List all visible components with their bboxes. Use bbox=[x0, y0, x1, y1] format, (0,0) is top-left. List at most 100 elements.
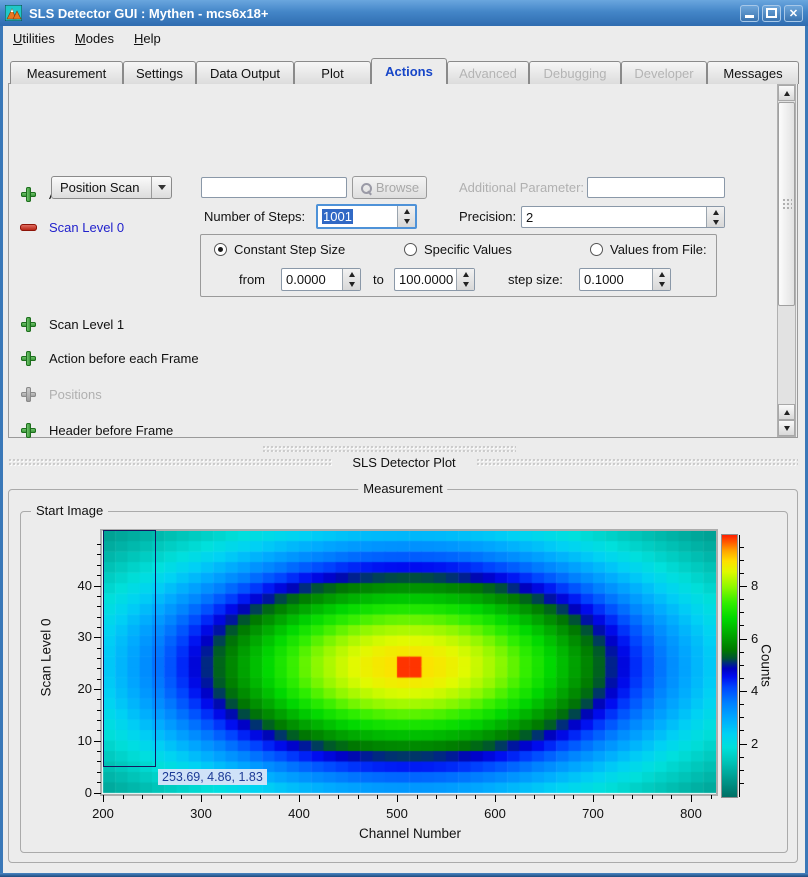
y-minor-tick bbox=[97, 761, 101, 762]
num-steps-value: 1001 bbox=[322, 209, 353, 224]
y-minor-tick bbox=[97, 730, 101, 731]
arrow-up-icon bbox=[784, 91, 790, 96]
scrollbar-thumb[interactable] bbox=[778, 102, 795, 306]
splitter-handle[interactable] bbox=[262, 445, 516, 452]
radio-checked-icon[interactable] bbox=[214, 243, 227, 256]
header-before-frame-row[interactable]: Header before Frame bbox=[21, 423, 173, 438]
menu-help[interactable]: Help bbox=[124, 28, 171, 49]
num-steps-spin-buttons[interactable] bbox=[397, 206, 415, 227]
spin-down-icon[interactable] bbox=[707, 217, 724, 227]
tab-developer[interactable]: Developer bbox=[621, 61, 707, 84]
spin-up-icon[interactable] bbox=[343, 269, 360, 280]
tab-settings[interactable]: Settings bbox=[123, 61, 196, 84]
scan-mode-select[interactable]: Position Scan bbox=[51, 176, 172, 199]
to-spin-buttons[interactable] bbox=[456, 269, 474, 290]
spin-up-icon[interactable] bbox=[707, 207, 724, 217]
window-title: SLS Detector GUI : Mythen - mcs6x18+ bbox=[29, 6, 737, 21]
from-spin-buttons[interactable] bbox=[342, 269, 360, 290]
spin-up-icon[interactable] bbox=[398, 206, 415, 217]
tab-messages[interactable]: Messages bbox=[707, 61, 799, 84]
y-minor-tick bbox=[97, 699, 101, 700]
thumb-grip bbox=[782, 198, 792, 210]
menu-modes[interactable]: Modes bbox=[65, 28, 124, 49]
radio-unchecked-icon[interactable] bbox=[590, 243, 603, 256]
actions-scrollbar[interactable] bbox=[777, 84, 796, 437]
scroll-down-button[interactable] bbox=[778, 420, 795, 436]
step-size-spinbox[interactable]: 0.1000 bbox=[579, 268, 671, 291]
heatmap-canvas[interactable] bbox=[102, 531, 716, 794]
collapse-minus-icon[interactable] bbox=[20, 224, 37, 231]
colorbar-minor-tick bbox=[739, 678, 744, 679]
scan-level-0-row[interactable]: Scan Level 0 bbox=[20, 220, 124, 235]
spin-down-icon[interactable] bbox=[398, 217, 415, 228]
radio-constant-step[interactable]: Constant Step Size bbox=[214, 242, 345, 257]
spin-down-icon[interactable] bbox=[343, 280, 360, 291]
spin-up-icon[interactable] bbox=[457, 269, 474, 280]
to-label: to bbox=[373, 272, 384, 287]
spin-up-icon[interactable] bbox=[653, 269, 670, 280]
from-spinbox[interactable]: 0.0000 bbox=[281, 268, 361, 291]
tab-plot[interactable]: Plot bbox=[294, 61, 371, 84]
tab-debugging[interactable]: Debugging bbox=[529, 61, 621, 84]
action-before-frame-row[interactable]: Action before each Frame bbox=[21, 351, 199, 366]
menu-utilities[interactable]: Utilities bbox=[3, 28, 65, 49]
expand-plus-icon[interactable] bbox=[21, 351, 36, 366]
arrow-down-icon bbox=[784, 426, 790, 431]
title-bar[interactable]: SLS Detector GUI : Mythen - mcs6x18+ ✕ bbox=[0, 0, 808, 26]
scroll-up-button[interactable] bbox=[778, 85, 795, 101]
expand-plus-icon[interactable] bbox=[21, 187, 36, 202]
y-minor-tick bbox=[97, 720, 101, 721]
colorbar-tick-label: 8 bbox=[751, 578, 771, 593]
num-steps-spinbox[interactable]: 1001 bbox=[316, 204, 417, 229]
y-tick-label: 40 bbox=[58, 578, 92, 593]
radio-specific-label: Specific Values bbox=[424, 242, 512, 257]
x-minor-tick bbox=[436, 795, 437, 799]
additional-parameter-input[interactable] bbox=[587, 177, 725, 198]
expand-plus-icon[interactable] bbox=[21, 317, 36, 332]
expand-plus-disabled-icon bbox=[21, 387, 36, 402]
x-minor-tick bbox=[240, 795, 241, 799]
to-spinbox[interactable]: 100.0000 bbox=[394, 268, 475, 291]
x-tick-label: 500 bbox=[372, 806, 422, 821]
x-minor-tick bbox=[475, 795, 476, 799]
x-tick-label: 800 bbox=[666, 806, 716, 821]
spin-down-icon[interactable] bbox=[653, 280, 670, 291]
x-minor-tick bbox=[221, 795, 222, 799]
y-major-tick bbox=[94, 689, 101, 690]
radio-values-from-file[interactable]: Values from File: bbox=[590, 242, 707, 257]
colorbar-minor-tick bbox=[739, 652, 744, 653]
y-axis-title: Scan Level 0 bbox=[39, 598, 54, 718]
x-minor-tick bbox=[358, 795, 359, 799]
browse-button[interactable]: Browse bbox=[352, 176, 427, 199]
close-icon: ✕ bbox=[789, 7, 798, 20]
x-minor-tick bbox=[456, 795, 457, 799]
precision-spin-buttons[interactable] bbox=[706, 207, 724, 227]
scan-mode-dropdown-button[interactable] bbox=[151, 177, 171, 198]
scan-level-1-row[interactable]: Scan Level 1 bbox=[21, 317, 124, 332]
close-button[interactable]: ✕ bbox=[784, 5, 803, 22]
tab-advanced[interactable]: Advanced bbox=[447, 61, 529, 84]
tab-data-output[interactable]: Data Output bbox=[196, 61, 294, 84]
positions-row[interactable]: Positions bbox=[21, 387, 102, 402]
colorbar-minor-tick bbox=[739, 560, 744, 561]
y-minor-tick bbox=[97, 648, 101, 649]
scan-file-input[interactable] bbox=[201, 177, 347, 198]
spin-down-icon[interactable] bbox=[457, 280, 474, 291]
tab-actions[interactable]: Actions bbox=[371, 58, 447, 84]
precision-spinbox[interactable]: 2 bbox=[521, 206, 725, 228]
start-image-title: Start Image bbox=[31, 503, 108, 518]
colorbar-major-tick bbox=[739, 586, 747, 587]
radio-unchecked-icon[interactable] bbox=[404, 243, 417, 256]
app-icon bbox=[5, 5, 22, 21]
browse-label: Browse bbox=[376, 180, 419, 195]
y-minor-tick bbox=[97, 679, 101, 680]
maximize-button[interactable] bbox=[762, 5, 781, 22]
minimize-button[interactable] bbox=[740, 5, 759, 22]
colorbar-minor-tick bbox=[739, 704, 744, 705]
scroll-up-button-2[interactable] bbox=[778, 404, 795, 420]
radio-specific-values[interactable]: Specific Values bbox=[404, 242, 512, 257]
step-size-spin-buttons[interactable] bbox=[652, 269, 670, 290]
x-minor-tick bbox=[260, 795, 261, 799]
tab-measurement[interactable]: Measurement bbox=[10, 61, 123, 84]
expand-plus-icon[interactable] bbox=[21, 423, 36, 438]
